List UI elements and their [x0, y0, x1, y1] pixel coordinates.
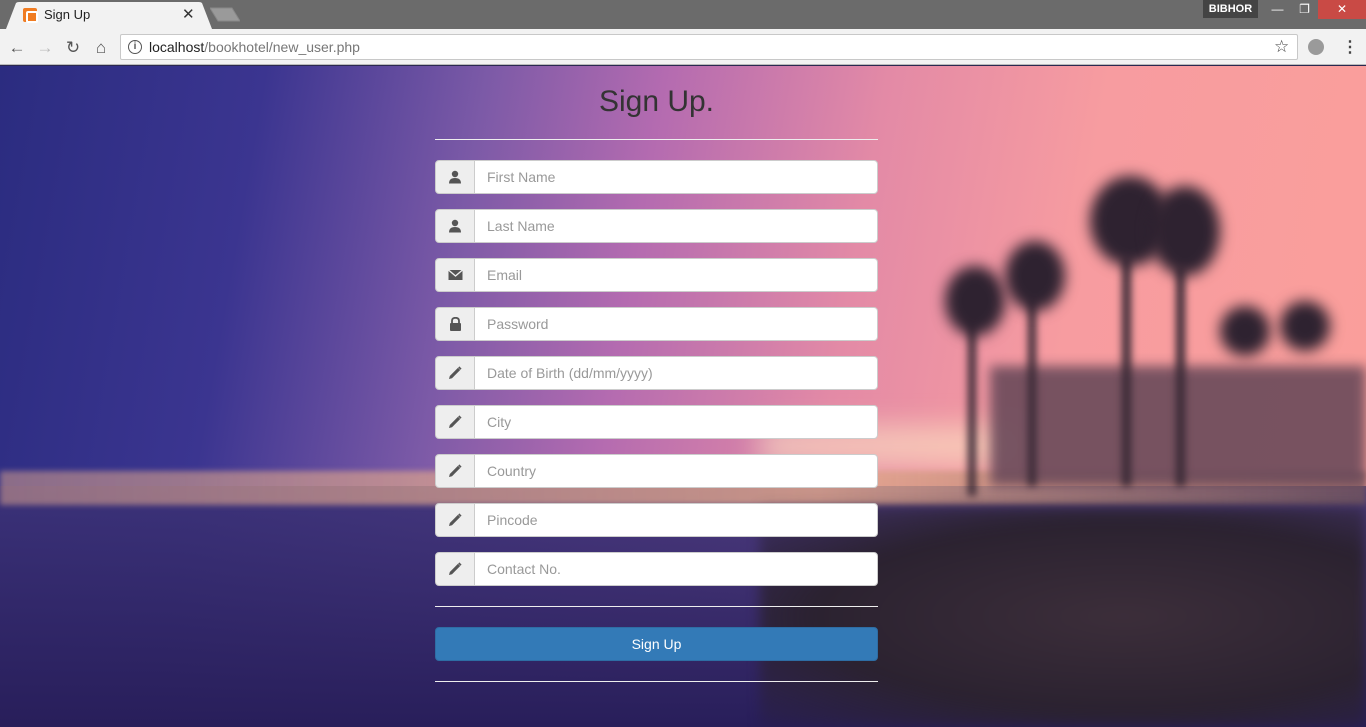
password-input[interactable]	[474, 307, 878, 341]
form-field	[435, 405, 878, 439]
form-field	[435, 356, 878, 390]
pencil-icon	[435, 552, 475, 586]
star-icon[interactable]: ☆	[1274, 37, 1289, 57]
profile-button[interactable]: BIBHOR	[1203, 0, 1258, 18]
divider	[435, 681, 878, 682]
background-palm	[1150, 186, 1220, 276]
background-palm	[1122, 256, 1131, 486]
user-icon	[435, 160, 475, 194]
country-input[interactable]	[474, 454, 878, 488]
background-palm	[1005, 241, 1065, 311]
form-field	[435, 454, 878, 488]
divider	[435, 606, 878, 607]
back-icon[interactable]: ←	[6, 37, 28, 59]
date-of-birth-dd-mm-yyyy-input[interactable]	[474, 356, 878, 390]
divider	[435, 139, 878, 140]
restore-icon[interactable]: ❐	[1291, 0, 1318, 19]
tab-title: Sign Up	[44, 7, 91, 22]
last-name-input[interactable]	[474, 209, 878, 243]
url-path: /bookhotel/new_user.php	[204, 39, 360, 55]
page-title: Sign Up.	[598, 85, 715, 118]
pencil-icon	[435, 356, 475, 390]
pencil-icon	[435, 454, 475, 488]
lock-icon	[435, 307, 475, 341]
reload-icon[interactable]: ↻	[62, 37, 84, 59]
pencil-icon	[435, 503, 475, 537]
form-field	[435, 307, 878, 341]
background-palm	[1220, 306, 1270, 356]
form-field	[435, 503, 878, 537]
extension-icon[interactable]	[1308, 39, 1324, 55]
background-rocks	[760, 506, 1366, 727]
home-icon[interactable]: ⌂	[90, 37, 112, 59]
background-palm	[1028, 296, 1036, 486]
background-palm	[968, 316, 976, 496]
menu-icon[interactable]: ⋮	[1342, 37, 1358, 57]
form-field	[435, 209, 878, 243]
close-window-icon[interactable]: ✕	[1318, 0, 1366, 19]
envelope-icon	[435, 258, 475, 292]
form-field	[435, 160, 878, 194]
tab-close-icon[interactable]: ✕	[182, 5, 195, 23]
pincode-input[interactable]	[474, 503, 878, 537]
background-palm	[1280, 301, 1330, 351]
info-icon[interactable]: i	[128, 40, 142, 54]
form-field	[435, 258, 878, 292]
pencil-icon	[435, 405, 475, 439]
url-text[interactable]: localhost/bookhotel/new_user.php	[149, 39, 360, 55]
background-palm	[945, 266, 1005, 336]
forward-icon[interactable]: →	[34, 37, 56, 59]
user-icon	[435, 209, 475, 243]
minimize-icon[interactable]: —	[1264, 0, 1291, 19]
new-tab-button[interactable]	[210, 7, 240, 22]
contact-no-input[interactable]	[474, 552, 878, 586]
url-host: localhost	[149, 39, 205, 55]
xampp-favicon-icon	[23, 8, 38, 23]
sign-up-button[interactable]: Sign Up	[435, 627, 878, 661]
email-input[interactable]	[474, 258, 878, 292]
city-input[interactable]	[474, 405, 878, 439]
form-field	[435, 552, 878, 586]
first-name-input[interactable]	[474, 160, 878, 194]
background-palm	[1176, 266, 1185, 486]
